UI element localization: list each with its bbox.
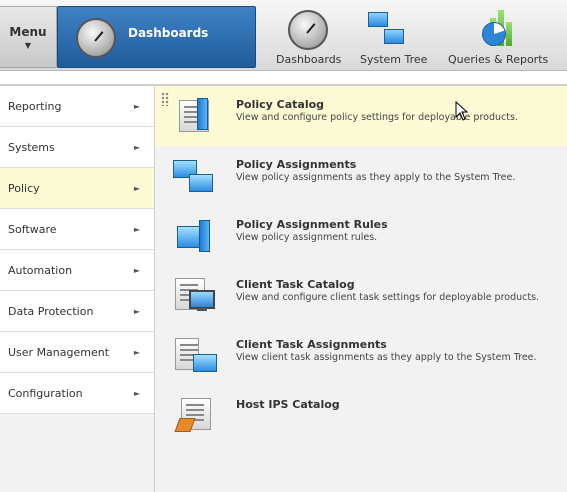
chevron-right-icon: ► [133, 142, 140, 152]
sidebar-item-label: Policy [8, 181, 40, 195]
sidebar-item-data-protection[interactable]: Data Protection ► [0, 291, 154, 332]
list-item-policy-assignments[interactable]: Policy Assignments View policy assignmen… [155, 146, 567, 206]
active-tab-label: Dashboards [128, 26, 209, 40]
chevron-right-icon: ► [133, 183, 140, 193]
sidebar-item-label: Reporting [8, 99, 62, 113]
policy-catalog-icon [173, 98, 213, 134]
client-task-assignments-icon [173, 338, 217, 374]
policy-assignments-icon [173, 158, 213, 194]
sidebar-item-user-management[interactable]: User Management ► [0, 332, 154, 373]
dashboard-gauge-icon [288, 10, 328, 50]
mouse-cursor-icon [455, 101, 469, 121]
item-title: Host IPS Catalog [236, 398, 340, 411]
chevron-right-icon: ► [133, 265, 140, 275]
active-tab-dashboards[interactable]: Dashboards [57, 6, 256, 68]
list-item-host-ips-catalog[interactable]: Host IPS Catalog [155, 386, 567, 446]
item-title: Policy Assignment Rules [236, 218, 388, 231]
chevron-right-icon: ► [133, 101, 140, 111]
item-title: Policy Assignments [236, 158, 357, 171]
item-description: View and configure client task settings … [236, 292, 540, 303]
sidebar-item-label: Systems [8, 140, 55, 154]
sidebar-item-reporting[interactable]: Reporting ► [0, 86, 154, 127]
sidebar-item-label: Configuration [8, 386, 83, 400]
policy-content-panel: Policy Catalog View and configure policy… [155, 86, 567, 492]
list-item-policy-catalog[interactable]: Policy Catalog View and configure policy… [155, 86, 567, 146]
system-tree-icon [368, 10, 404, 44]
chevron-right-icon: ► [133, 388, 140, 398]
list-item-client-task-catalog[interactable]: Client Task Catalog View and configure c… [155, 266, 567, 326]
item-title: Client Task Catalog [236, 278, 355, 291]
item-description: View policy assignments as they apply to… [236, 172, 516, 183]
sidebar-item-label: User Management [8, 345, 110, 359]
menu-button[interactable]: Menu ▼ [0, 6, 57, 68]
queries-reports-chart-icon [476, 10, 514, 46]
sidebar-item-systems[interactable]: Systems ► [0, 127, 154, 168]
item-title: Policy Catalog [236, 98, 325, 111]
sidebar-item-automation[interactable]: Automation ► [0, 250, 154, 291]
dashboard-gauge-icon [76, 18, 116, 58]
sidebar-menu: Reporting ► Systems ► Policy ► Software … [0, 86, 155, 492]
list-item-client-task-assignments[interactable]: Client Task Assignments View client task… [155, 326, 567, 386]
menu-dropdown-arrow-icon: ▼ [24, 40, 32, 50]
nav-queries-reports-label: Queries & Reports [448, 53, 549, 66]
chevron-right-icon: ► [133, 306, 140, 316]
host-ips-catalog-icon [173, 398, 213, 434]
drag-handle-icon[interactable] [161, 92, 169, 106]
chevron-right-icon: ► [133, 224, 140, 234]
item-title: Client Task Assignments [236, 338, 387, 351]
chevron-right-icon: ► [133, 347, 140, 357]
menu-label: Menu [9, 24, 47, 39]
nav-dashboards-label: Dashboards [276, 53, 342, 66]
policy-assignment-rules-icon [173, 218, 213, 254]
item-description: View policy assignment rules. [236, 232, 378, 243]
sidebar-empty-area [0, 414, 154, 492]
sidebar-item-label: Data Protection [8, 304, 94, 318]
sidebar-item-label: Software [8, 222, 57, 236]
sidebar-item-configuration[interactable]: Configuration ► [0, 373, 154, 414]
sidebar-item-label: Automation [8, 263, 73, 277]
item-description: View and configure policy settings for d… [236, 112, 518, 123]
sidebar-item-policy[interactable]: Policy ► [0, 168, 154, 209]
item-description: View client task assignments as they app… [236, 352, 537, 363]
nav-system-tree-label: System Tree [360, 53, 428, 66]
list-item-policy-assignment-rules[interactable]: Policy Assignment Rules View policy assi… [155, 206, 567, 266]
sidebar-item-software[interactable]: Software ► [0, 209, 154, 250]
top-toolbar: Menu ▼ Dashboards Dashboards System Tree… [0, 0, 567, 71]
client-task-catalog-icon [173, 278, 215, 314]
